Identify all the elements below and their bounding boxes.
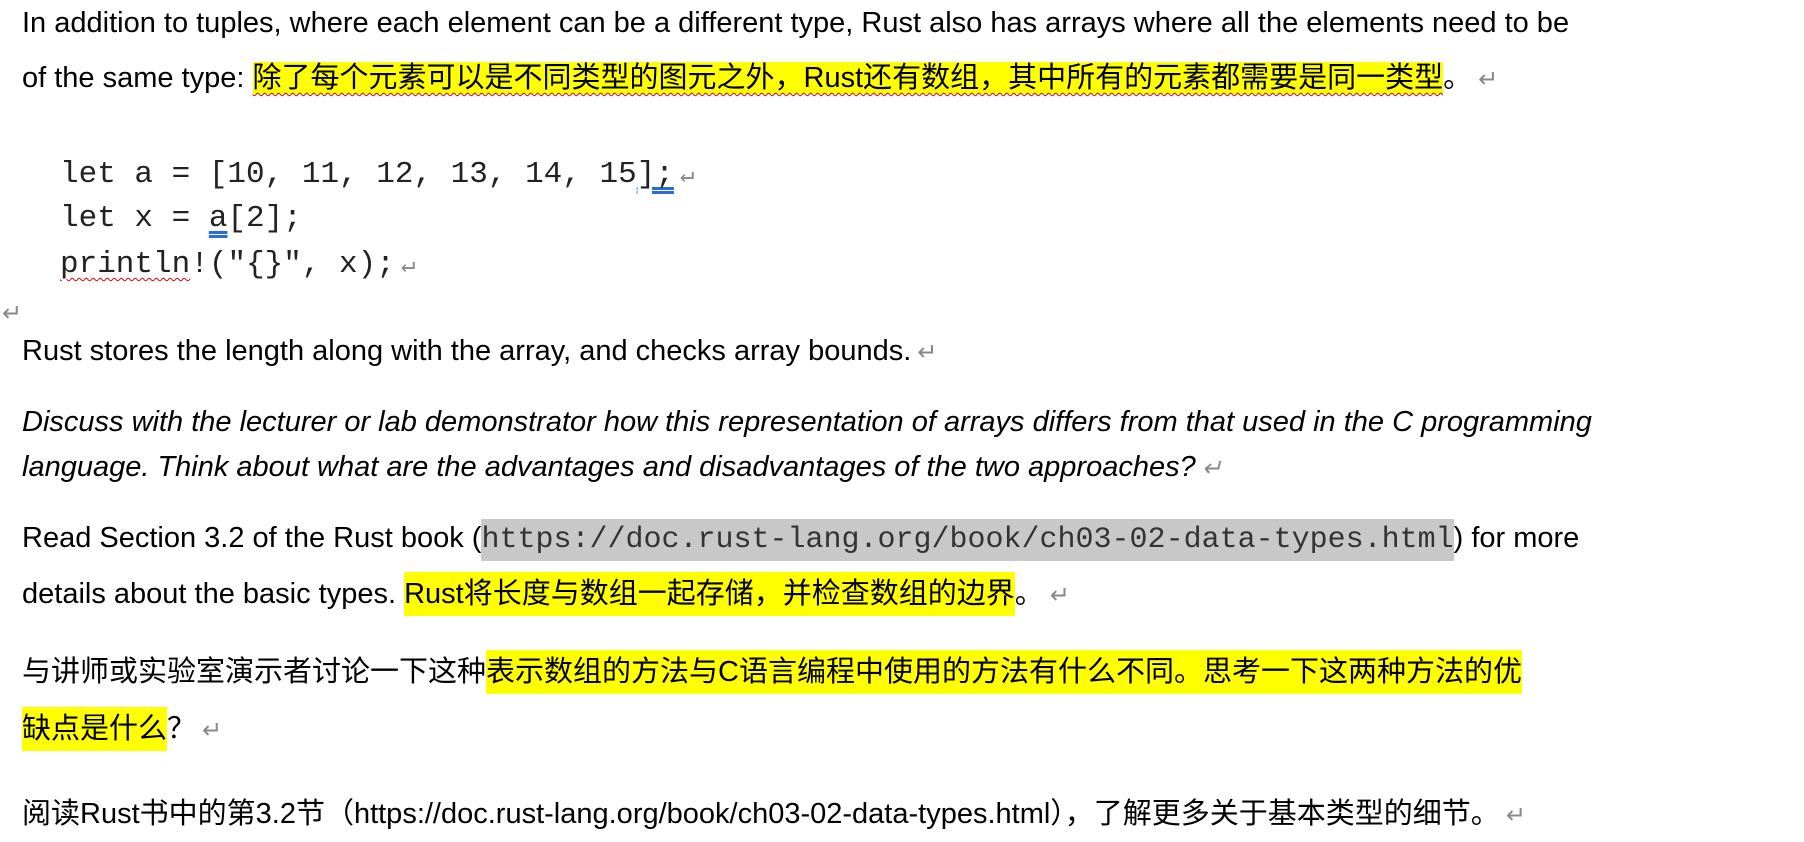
text: 。 (1014, 578, 1044, 610)
paragraph-mark-icon: ↵ (2, 300, 23, 327)
highlighted-translation: 缺点是什么 (22, 707, 168, 751)
highlighted-translation: Rust将长度与数组一起存储，并检查数组的边界 (404, 572, 1015, 616)
paragraph-1-line-1: In addition to tuples, where each elemen… (22, 7, 1570, 39)
text: ？ (167, 713, 197, 745)
code-line-3: println!("{}", x); ↵ (60, 243, 415, 289)
paragraph-mark-icon: ↵ (1505, 802, 1526, 829)
paragraph-mark-icon: ↵ (202, 717, 223, 744)
text: 阅读Rust书中的第3.2节（https://doc.rust-lang.org… (22, 798, 1500, 830)
code-text: let x = (60, 201, 209, 236)
url-link[interactable]: https://doc.rust-lang.org/book/ch03-02-d… (481, 519, 1454, 561)
paragraph-4-line-2: details about the basic types. Rust将长度与数… (22, 572, 1070, 618)
paragraph-3-line-2: language. Think about what are the advan… (22, 445, 1222, 491)
empty-paragraph: ↵ (2, 290, 22, 336)
paragraph-4-line-1: Read Section 3.2 of the Rust book (https… (22, 512, 1579, 566)
paragraph-3-line-1: Discuss with the lecturer or lab demonst… (22, 406, 1592, 438)
highlighted-translation: 除了每个元素可以是不同类型的图元之外，Rust还有数组，其中所有的元素都需要是同… (252, 62, 1444, 94)
code-text: [2]; (227, 201, 302, 236)
highlighted-translation: 表示数组的方法与C语言编程中使用的方法有什么不同。思考一下这两种方法的优 (486, 650, 1522, 694)
paragraph-mark-icon: ↵ (1478, 66, 1499, 93)
paragraph-mark-icon: ↵ (917, 339, 938, 366)
code-line-2: let x = a[2]; (60, 197, 302, 241)
text: Rust stores the length along with the ar… (22, 335, 912, 367)
paragraph-1-line-2: of the same type: 除了每个元素可以是不同类型的图元之外，Rus… (22, 56, 1498, 102)
paragraph-mark-icon: ↵ (400, 253, 416, 280)
code-line-1: let a = [10, 11, 12, 13, 14, 15]; ↵ (60, 153, 694, 199)
paragraph-6: 阅读Rust书中的第3.2节（https://doc.rust-lang.org… (22, 792, 1526, 838)
text: language. Think about what are the advan… (22, 451, 1196, 483)
text: 与讲师或实验室演示者讨论一下这种 (22, 656, 487, 688)
paragraph-mark-icon: ↵ (1049, 582, 1070, 609)
paragraph-mark-icon: ↵ (1201, 455, 1222, 482)
code-text: !("{}", x); (190, 247, 395, 282)
text: ) for more (1453, 522, 1580, 554)
paragraph-2: Rust stores the length along with the ar… (22, 329, 937, 375)
code-text: ]; (636, 157, 674, 192)
paragraph-mark-icon: ↵ (679, 163, 695, 190)
code-text: a (208, 201, 228, 236)
code-text: println (60, 247, 191, 282)
text: of the same type: (22, 62, 253, 94)
code-text: let a = [10, 11, 12, 13, 14, 15 (60, 157, 637, 192)
paragraph-5-line-2: 缺点是什么？ ↵ (22, 707, 222, 753)
paragraph-5-line-1: 与讲师或实验室演示者讨论一下这种表示数组的方法与C语言编程中使用的方法有什么不同… (22, 650, 1522, 694)
text: 。 (1443, 62, 1473, 94)
text: Read Section 3.2 of the Rust book ( (22, 522, 482, 554)
text: details about the basic types. (22, 578, 405, 610)
